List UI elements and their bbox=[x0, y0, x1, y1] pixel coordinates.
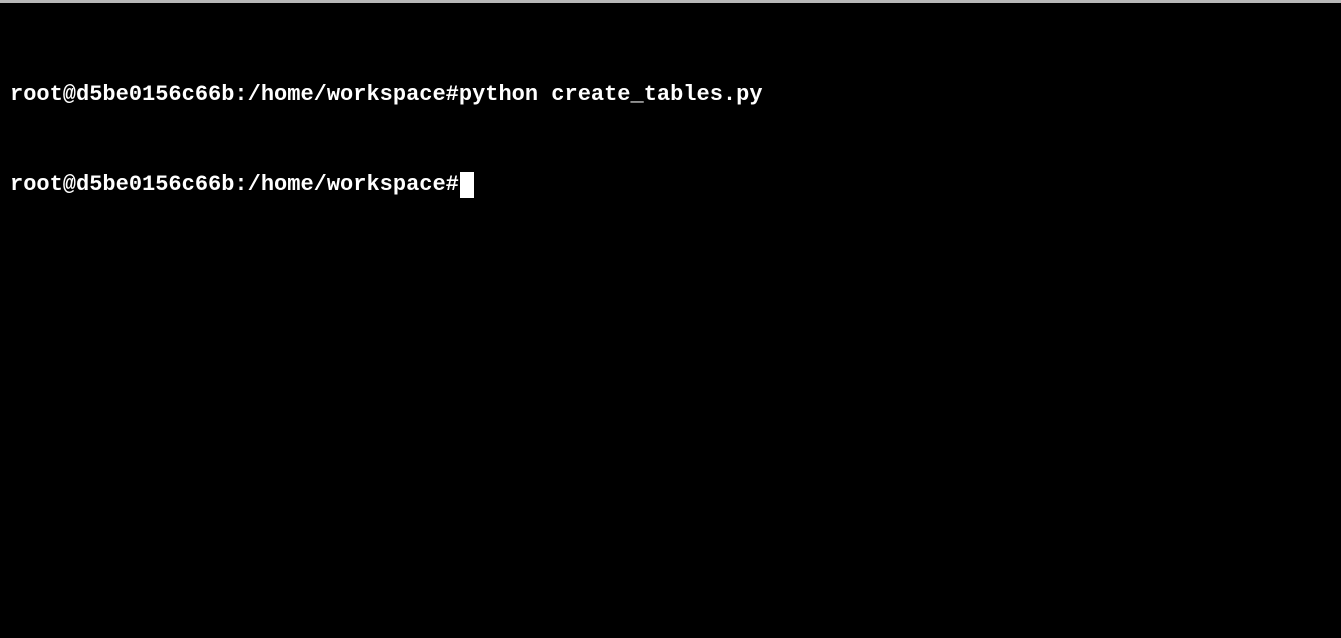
text-cursor bbox=[459, 172, 474, 198]
terminal-output[interactable]: root@d5be0156c66b:/home/workspace# pytho… bbox=[10, 20, 1341, 638]
terminal-line-1: root@d5be0156c66b:/home/workspace# pytho… bbox=[10, 80, 1341, 110]
shell-prompt: root@d5be0156c66b:/home/workspace# bbox=[10, 172, 459, 197]
shell-prompt: root@d5be0156c66b:/home/workspace# bbox=[10, 82, 459, 107]
terminal-line-2[interactable]: root@d5be0156c66b:/home/workspace# bbox=[10, 170, 1341, 200]
command-text: python create_tables.py bbox=[458, 82, 763, 107]
terminal-window[interactable]: root@d5be0156c66b:/home/workspace# pytho… bbox=[0, 0, 1341, 638]
